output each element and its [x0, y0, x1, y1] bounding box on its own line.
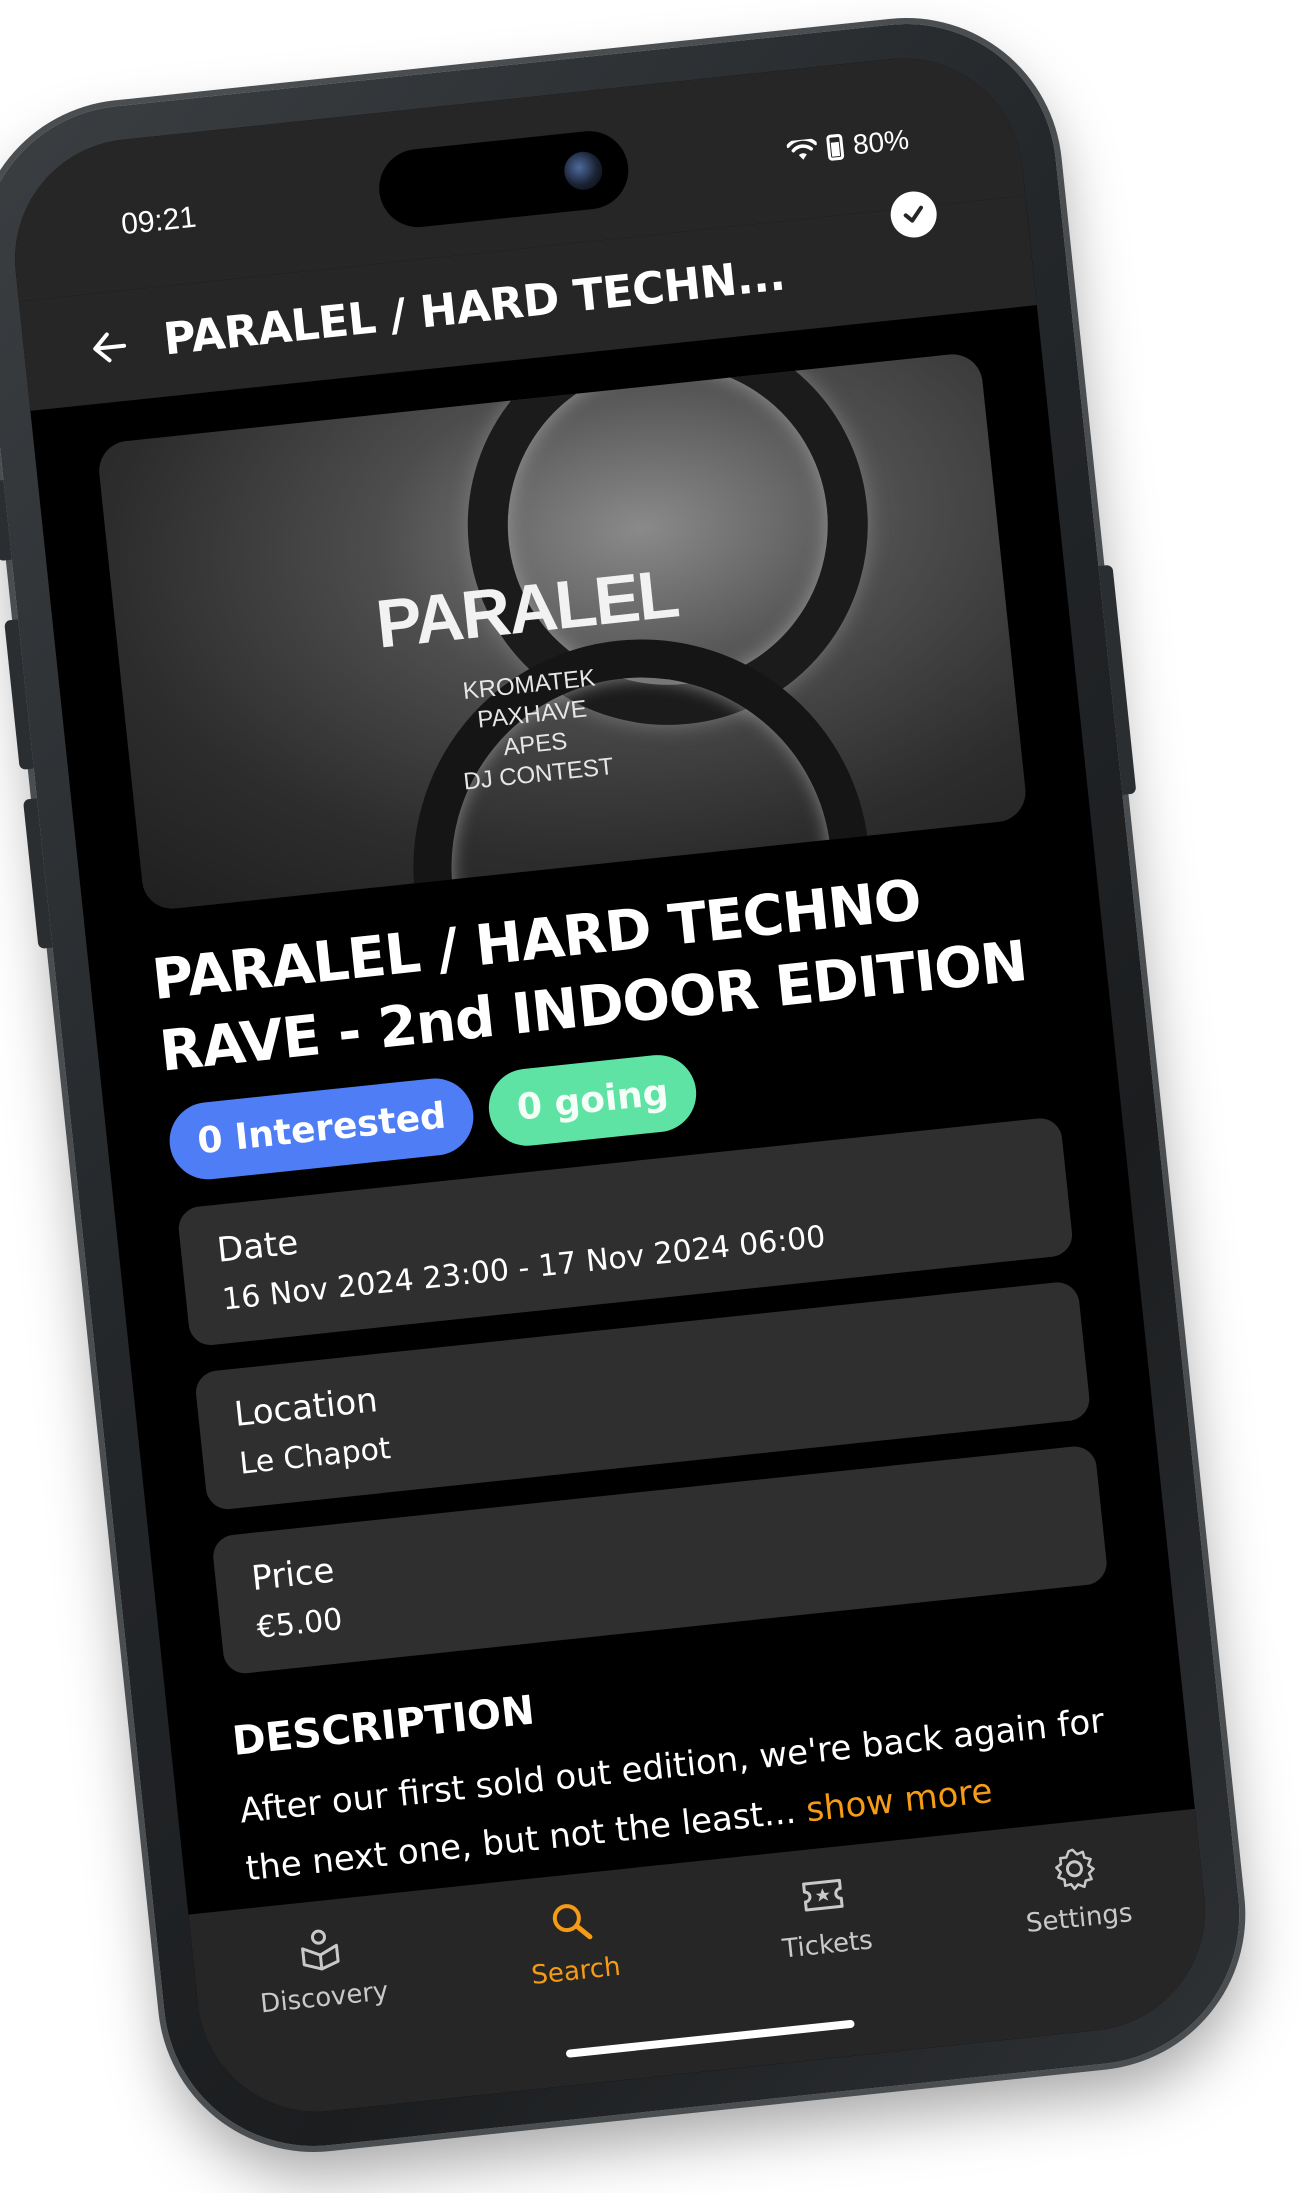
nav-label-discovery: Discovery: [258, 1976, 390, 2020]
home-indicator[interactable]: [565, 2019, 855, 2058]
nav-item-tickets[interactable]: Tickets: [725, 1862, 923, 1969]
phone-mockup: 09:21 80% PARALEL / HARD TECHN... PARALE…: [0, 9, 1255, 2161]
ticket-icon: [801, 1878, 844, 1912]
show-more-link[interactable]: show more: [804, 1771, 994, 1830]
nav-label-settings: Settings: [1024, 1898, 1134, 1940]
event-details-content[interactable]: PARALEL KROMATEK PAXHAVE APES DJ CONTEST…: [30, 305, 1195, 1915]
status-indicators: 80%: [786, 124, 911, 169]
dynamic-island: [375, 127, 633, 231]
going-button[interactable]: 0 going: [485, 1051, 701, 1150]
gear-icon: [1054, 1848, 1095, 1891]
interested-button[interactable]: 0 Interested: [165, 1074, 478, 1184]
wifi-icon: [786, 138, 818, 160]
camera-icon: [562, 149, 605, 192]
poster-lineup: KROMATEK PAXHAVE APES DJ CONTEST: [453, 662, 615, 797]
discovery-icon: [300, 1929, 340, 1971]
battery-percent: 80%: [851, 123, 911, 161]
nav-label-tickets: Tickets: [781, 1925, 875, 1965]
stage: 09:21 80% PARALEL / HARD TECHN... PARALE…: [0, 0, 1302, 2193]
nav-label-search: Search: [529, 1951, 622, 1992]
back-arrow-icon[interactable]: [82, 320, 137, 375]
screen: 09:21 80% PARALEL / HARD TECHN... PARALE…: [3, 46, 1217, 2124]
nav-item-settings[interactable]: Settings: [977, 1836, 1175, 1943]
nav-item-search[interactable]: Search: [474, 1889, 672, 1996]
status-time: 09:21: [119, 200, 198, 242]
search-icon: [552, 1904, 592, 1940]
battery-icon: [825, 133, 845, 162]
event-poster-image: PARALEL KROMATEK PAXHAVE APES DJ CONTEST: [96, 351, 1029, 912]
nav-item-discovery[interactable]: Discovery: [222, 1915, 420, 2022]
